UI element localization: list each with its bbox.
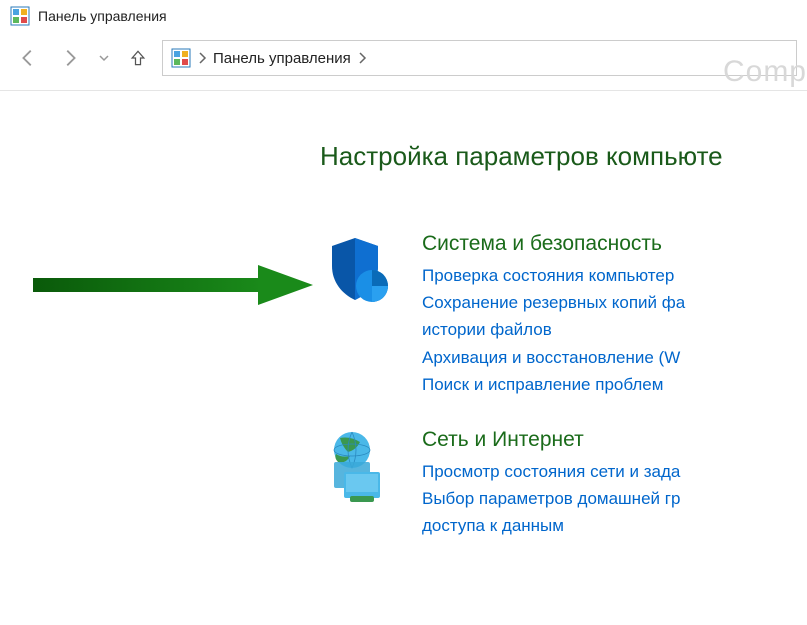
category-title[interactable]: Сеть и Интернет — [422, 428, 807, 452]
chevron-right-icon[interactable] — [357, 51, 367, 65]
category-link[interactable]: Выбор параметров домашней гр — [422, 485, 807, 512]
category-text: Сеть и Интернет Просмотр состояния сети … — [422, 428, 807, 540]
forward-button[interactable] — [52, 40, 88, 76]
category-system-security: Система и безопасность Проверка состояни… — [320, 232, 807, 398]
category-link[interactable]: Просмотр состояния сети и зада — [422, 458, 807, 485]
navigation-toolbar: Панель управления — [0, 32, 807, 91]
breadcrumb-item[interactable]: Панель управления — [213, 50, 351, 67]
shield-icon — [320, 232, 400, 312]
control-panel-icon — [10, 6, 30, 26]
category-link[interactable]: истории файлов — [422, 316, 807, 343]
back-button[interactable] — [10, 40, 46, 76]
category-link[interactable]: Сохранение резервных копий фа — [422, 289, 807, 316]
up-button[interactable] — [120, 40, 156, 76]
chevron-right-icon[interactable] — [197, 51, 207, 65]
category-title[interactable]: Система и безопасность — [422, 232, 807, 256]
window-title: Панель управления — [38, 8, 167, 24]
category-link[interactable]: Проверка состояния компьютер — [422, 262, 807, 289]
history-dropdown[interactable] — [94, 52, 114, 64]
window-titlebar: Панель управления — [0, 0, 807, 32]
category-link[interactable]: доступа к данным — [422, 512, 807, 539]
category-text: Система и безопасность Проверка состояни… — [422, 232, 807, 398]
page-heading: Настройка параметров компьюте — [320, 141, 807, 172]
control-panel-icon — [171, 48, 191, 68]
network-globe-icon — [320, 428, 400, 508]
category-link[interactable]: Поиск и исправление проблем — [422, 371, 807, 398]
address-bar[interactable]: Панель управления — [162, 40, 797, 76]
category-network-internet: Сеть и Интернет Просмотр состояния сети … — [320, 428, 807, 540]
category-link[interactable]: Архивация и восстановление (W — [422, 344, 807, 371]
content-area: Настройка параметров компьюте Система и … — [0, 91, 807, 540]
